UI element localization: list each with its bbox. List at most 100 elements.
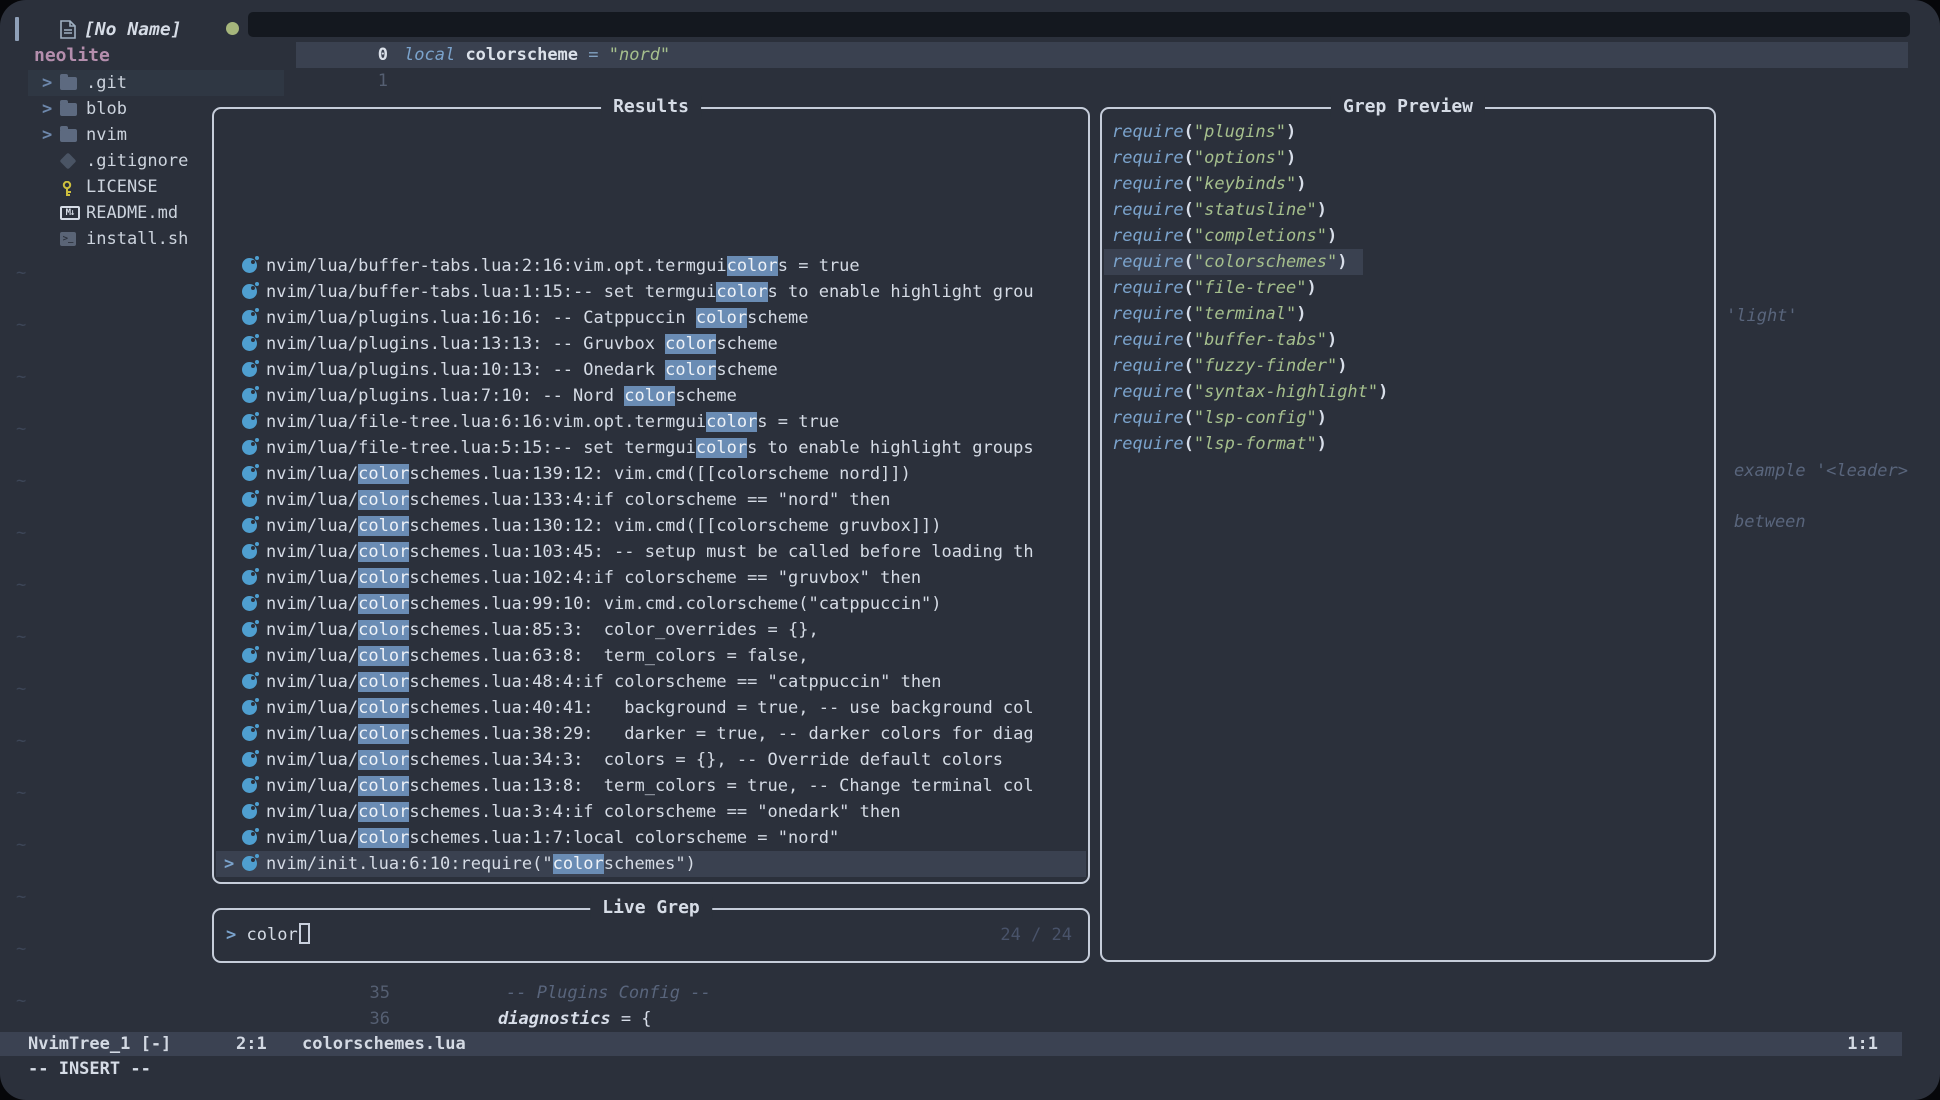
tree-item-label: nvim: [86, 122, 127, 148]
text-cursor: [299, 923, 310, 944]
require-call: require: [1112, 278, 1184, 298]
result-row[interactable]: nvim/lua/plugins.lua:10:13: -- Onedark c…: [216, 357, 1086, 383]
lua-icon: [242, 544, 257, 559]
result-row-text: nvim/lua/file-tree.lua:6:16:vim.opt.term…: [266, 412, 839, 432]
selection-caret: [224, 695, 242, 721]
preview-line[interactable]: require("lsp-config"): [1104, 405, 1343, 431]
result-row[interactable]: nvim/lua/colorschemes.lua:102:4:if color…: [216, 565, 1086, 591]
search-query-text: color: [247, 925, 298, 945]
tilde-marker: ~: [16, 676, 36, 702]
close-paren: ): [1327, 226, 1337, 246]
selection-caret: [224, 799, 242, 825]
close-paren: ): [1296, 174, 1306, 194]
result-row-text: nvim/lua/plugins.lua:16:16: -- Catppucci…: [266, 308, 808, 328]
statusline-file-name: colorschemes.lua: [302, 1032, 466, 1056]
module-string: "lsp-config": [1194, 408, 1317, 428]
live-grep-input[interactable]: > color: [226, 922, 310, 948]
preview-line[interactable]: require("colorschemes"): [1104, 249, 1363, 275]
selection-caret: [224, 539, 242, 565]
preview-line[interactable]: require("file-tree"): [1104, 275, 1333, 301]
result-row[interactable]: >nvim/init.lua:6:10:require("colorscheme…: [216, 851, 1086, 877]
selection-caret: [224, 773, 242, 799]
preview-line[interactable]: require("terminal"): [1104, 301, 1323, 327]
tab-no-name[interactable]: [No Name]: [84, 19, 182, 40]
mode-indicator: -- INSERT --: [28, 1056, 151, 1082]
result-row[interactable]: nvim/lua/colorschemes.lua:38:29: darker …: [216, 721, 1086, 747]
result-row[interactable]: nvim/lua/plugins.lua:13:13: -- Gruvbox c…: [216, 331, 1086, 357]
result-row-text: nvim/lua/colorschemes.lua:1:7:local colo…: [266, 828, 839, 848]
filetree-root-name[interactable]: neolite: [34, 44, 110, 68]
result-row[interactable]: nvim/lua/colorschemes.lua:85:3: color_ov…: [216, 617, 1086, 643]
module-string: "plugins": [1194, 122, 1286, 142]
preview-line[interactable]: require("keybinds"): [1104, 171, 1323, 197]
selection-caret: [224, 435, 242, 461]
close-paren: ): [1286, 122, 1296, 142]
result-row[interactable]: nvim/lua/colorschemes.lua:3:4:if colorsc…: [216, 799, 1086, 825]
match-highlight: color: [358, 464, 409, 484]
match-highlight: color: [358, 698, 409, 718]
require-call: require: [1112, 408, 1184, 428]
result-row[interactable]: nvim/lua/colorschemes.lua:130:12: vim.cm…: [216, 513, 1086, 539]
preview-line[interactable]: require("fuzzy-finder"): [1104, 353, 1363, 379]
result-row[interactable]: nvim/lua/colorschemes.lua:133:4:if color…: [216, 487, 1086, 513]
tilde-marker: ~: [16, 572, 36, 598]
module-string: "syntax-highlight": [1194, 382, 1378, 402]
result-row[interactable]: nvim/lua/colorschemes.lua:99:10: vim.cmd…: [216, 591, 1086, 617]
tabline-left-bar: [15, 17, 19, 41]
require-call: require: [1112, 122, 1184, 142]
result-row[interactable]: nvim/lua/colorschemes.lua:103:45: -- set…: [216, 539, 1086, 565]
result-row[interactable]: nvim/lua/buffer-tabs.lua:2:16:vim.opt.te…: [216, 253, 1086, 279]
result-row[interactable]: nvim/lua/colorschemes.lua:63:8: term_col…: [216, 643, 1086, 669]
preview-line[interactable]: require("statusline"): [1104, 197, 1343, 223]
module-string: "keybinds": [1194, 174, 1296, 194]
result-row[interactable]: nvim/lua/file-tree.lua:5:15:-- set termg…: [216, 435, 1086, 461]
lua-icon: [242, 596, 257, 611]
match-highlight: color: [696, 438, 747, 458]
match-highlight: color: [553, 854, 604, 874]
result-row-text: nvim/lua/buffer-tabs.lua:1:15:-- set ter…: [266, 282, 1034, 302]
result-row[interactable]: nvim/lua/colorschemes.lua:40:41: backgro…: [216, 695, 1086, 721]
lua-icon: [242, 726, 257, 741]
chevron-right-icon[interactable]: >: [42, 96, 52, 122]
selection-caret: [224, 643, 242, 669]
result-row-text: nvim/lua/colorschemes.lua:133:4:if color…: [266, 490, 890, 510]
git-diamond-icon: [60, 153, 74, 167]
code-string: "nord": [609, 45, 670, 65]
chevron-right-icon[interactable]: >: [42, 122, 52, 148]
result-row[interactable]: nvim/lua/colorschemes.lua:13:8: term_col…: [216, 773, 1086, 799]
result-row[interactable]: nvim/lua/colorschemes.lua:34:3: colors =…: [216, 747, 1086, 773]
require-call: require: [1112, 330, 1184, 350]
editor-code-line[interactable]: local colorscheme = "nord": [404, 42, 670, 68]
result-row[interactable]: nvim/lua/plugins.lua:7:10: -- Nord color…: [216, 383, 1086, 409]
preview-line[interactable]: require("plugins"): [1104, 119, 1312, 145]
result-row[interactable]: nvim/lua/buffer-tabs.lua:1:15:-- set ter…: [216, 279, 1086, 305]
open-paren: (: [1184, 434, 1194, 454]
result-row[interactable]: nvim/lua/colorschemes.lua:48:4:if colors…: [216, 669, 1086, 695]
selection-caret: [224, 747, 242, 773]
result-row[interactable]: nvim/lua/colorschemes.lua:139:12: vim.cm…: [216, 461, 1086, 487]
lua-icon: [242, 518, 257, 533]
preview-line[interactable]: require("syntax-highlight"): [1104, 379, 1404, 405]
preview-line[interactable]: require("completions"): [1104, 223, 1353, 249]
result-row[interactable]: nvim/lua/file-tree.lua:6:16:vim.opt.term…: [216, 409, 1086, 435]
selection-caret: [224, 721, 242, 747]
code-keyword: local: [404, 45, 455, 65]
preview-line[interactable]: require("lsp-format"): [1104, 431, 1343, 457]
close-paren: ): [1337, 252, 1347, 272]
result-row[interactable]: nvim/lua/colorschemes.lua:1:7:local colo…: [216, 825, 1086, 851]
result-row[interactable]: nvim/lua/plugins.lua:16:16: -- Catppucci…: [216, 305, 1086, 331]
tilde-marker: ~: [16, 260, 36, 286]
tilde-marker: ~: [16, 364, 36, 390]
tilde-marker: ~: [16, 832, 36, 858]
tree-item-git[interactable]: >.git: [0, 70, 290, 96]
close-paren: ): [1296, 304, 1306, 324]
statusline-buffer-name: NvimTree_1 [-]: [28, 1032, 171, 1056]
preview-line[interactable]: require("buffer-tabs"): [1104, 327, 1353, 353]
folder-icon-shape: [60, 77, 77, 90]
selection-caret: [224, 409, 242, 435]
lua-icon: [242, 856, 257, 871]
result-row-text: nvim/lua/colorschemes.lua:85:3: color_ov…: [266, 620, 819, 640]
preview-line[interactable]: require("options"): [1104, 145, 1312, 171]
chevron-right-icon[interactable]: >: [42, 70, 52, 96]
terminal-icon: >_: [60, 231, 76, 246]
